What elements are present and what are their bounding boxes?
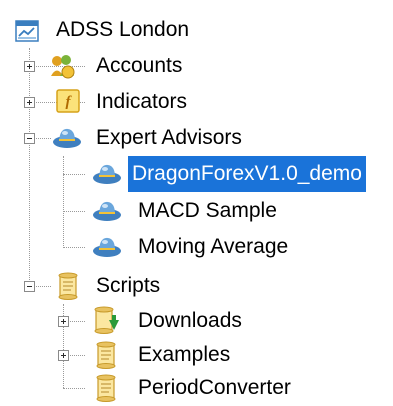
collapse-toggle-minus-icon[interactable] bbox=[24, 281, 35, 292]
expert-advisor-hat-icon bbox=[92, 197, 121, 223]
expand-toggle-plus-icon[interactable] bbox=[24, 61, 35, 72]
tree-node-label: MACD Sample bbox=[138, 199, 277, 222]
tree-node-label: Examples bbox=[138, 343, 231, 366]
expand-toggle-plus-icon[interactable] bbox=[24, 97, 35, 108]
tree-node-root[interactable]: ADSS London bbox=[0, 12, 393, 48]
expert-advisor-hat-icon bbox=[92, 160, 121, 186]
script-scroll-icon bbox=[56, 272, 82, 300]
tree-node-expert-dragonforex[interactable]: DragonForexV1.0_demo bbox=[0, 156, 393, 192]
script-scroll-icon bbox=[94, 341, 120, 369]
script-scroll-icon bbox=[94, 374, 120, 402]
indicator-f-icon: f bbox=[56, 89, 82, 115]
tree-node-label: Moving Average bbox=[138, 235, 289, 258]
tree-node-label: Accounts bbox=[96, 54, 183, 77]
tree-node-label: Scripts bbox=[96, 274, 161, 297]
navigator-tree: ADSS London Accounts f Indicators Expert… bbox=[0, 0, 393, 402]
expert-advisor-hat-icon bbox=[52, 124, 81, 150]
tree-node-indicators[interactable]: f Indicators bbox=[0, 84, 393, 120]
tree-node-scripts-downloads[interactable]: Downloads bbox=[0, 303, 393, 339]
expand-toggle-plus-icon[interactable] bbox=[58, 316, 69, 327]
tree-node-expert-moving-average[interactable]: Moving Average bbox=[0, 229, 393, 265]
tree-node-expert-advisors[interactable]: Expert Advisors bbox=[0, 120, 393, 156]
collapse-toggle-minus-icon[interactable] bbox=[24, 133, 35, 144]
tree-node-accounts[interactable]: Accounts bbox=[0, 48, 393, 84]
tree-node-label: Indicators bbox=[96, 90, 188, 113]
tree-node-label: ADSS London bbox=[56, 18, 190, 41]
tree-node-label: DragonForexV1.0_demo bbox=[128, 156, 366, 192]
script-download-icon bbox=[92, 306, 119, 334]
tree-node-scripts-examples[interactable]: Examples bbox=[0, 337, 393, 373]
tree-node-label: Expert Advisors bbox=[96, 126, 242, 149]
tree-node-scripts[interactable]: Scripts bbox=[0, 268, 393, 304]
tree-node-label: Downloads bbox=[138, 309, 242, 332]
accounts-icon bbox=[48, 52, 75, 79]
server-icon bbox=[14, 18, 40, 44]
expert-advisor-hat-icon bbox=[92, 233, 121, 259]
expand-toggle-plus-icon[interactable] bbox=[58, 350, 69, 361]
tree-node-expert-macd-sample[interactable]: MACD Sample bbox=[0, 193, 393, 229]
